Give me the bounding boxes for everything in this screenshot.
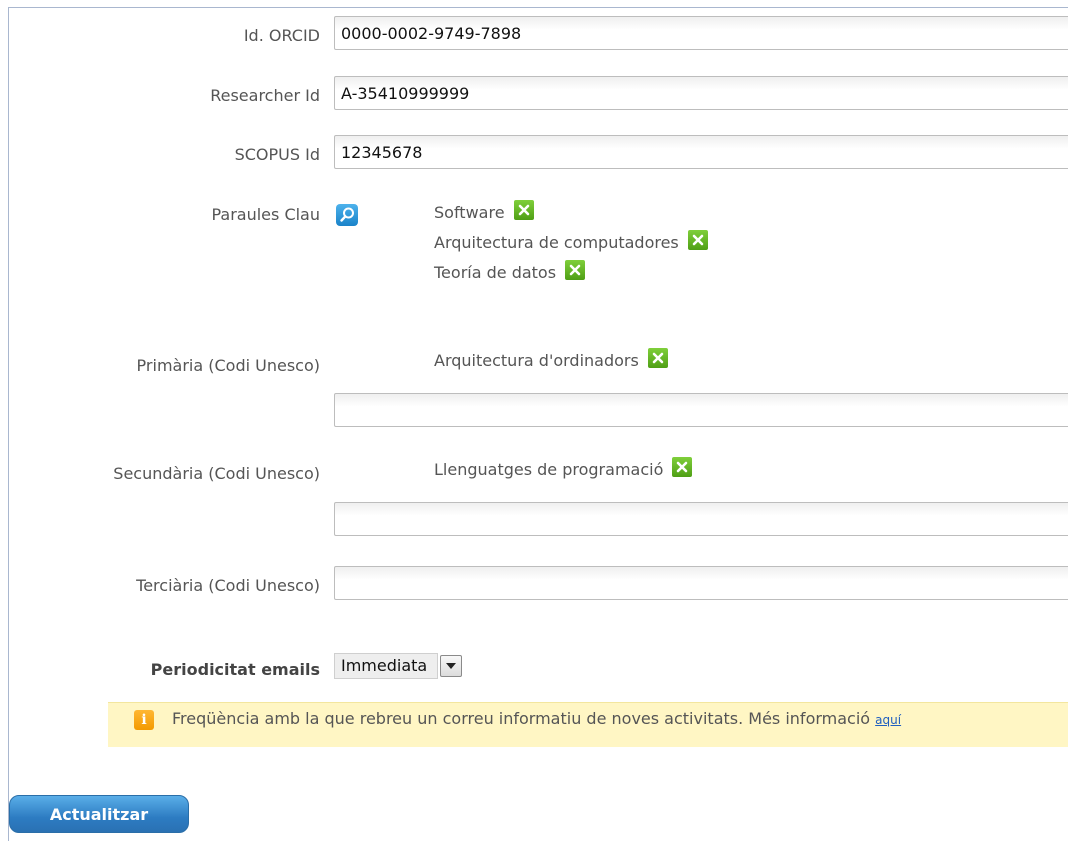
close-icon: [518, 204, 529, 216]
unesco-secondary-tag: Llenguatges de programació: [434, 457, 693, 479]
form-frame-left-border: [8, 7, 9, 841]
orcid-label: Id. ORCID: [243, 26, 320, 45]
researcher-id-label: Researcher Id: [210, 86, 320, 105]
orcid-input[interactable]: [334, 16, 1068, 50]
keyword-tag: Arquitectura de computadores: [434, 230, 708, 252]
remove-unesco-primary-button[interactable]: [647, 348, 668, 368]
remove-keyword-button[interactable]: [513, 200, 534, 220]
unesco-secondary-input[interactable]: [334, 502, 1068, 536]
info-message: Freqüència amb la que rebreu un correu i…: [172, 709, 901, 728]
unesco-primary-label: Primària (Codi Unesco): [136, 356, 320, 375]
unesco-tertiary-label: Terciària (Codi Unesco): [136, 576, 320, 595]
keyword-tag: Teoría de datos: [434, 260, 586, 282]
remove-unesco-secondary-button[interactable]: [672, 457, 693, 477]
unesco-primary-input[interactable]: [334, 393, 1068, 427]
unesco-tertiary-input[interactable]: [334, 566, 1068, 600]
remove-keyword-button[interactable]: [565, 260, 586, 280]
remove-keyword-button[interactable]: [687, 230, 708, 250]
scopus-id-input[interactable]: [334, 135, 1068, 169]
email-frequency-selected-value: Immediata: [334, 653, 439, 679]
more-info-link[interactable]: aquí: [875, 713, 901, 727]
unesco-primary-tag: Arquitectura d'ordinadors: [434, 348, 668, 370]
email-frequency-label: Periodicitat emails: [150, 660, 320, 679]
researcher-id-input[interactable]: [334, 76, 1068, 110]
info-icon: i: [134, 710, 154, 730]
unesco-primary-tag-label: Arquitectura d'ordinadors: [434, 351, 639, 370]
close-icon: [569, 264, 581, 276]
info-message-text: Freqüència amb la que rebreu un correu i…: [172, 709, 871, 728]
keyword-tag-label: Software: [434, 203, 505, 222]
keyword-tag: Software: [434, 200, 534, 222]
keyword-search-button[interactable]: [336, 204, 358, 226]
unesco-secondary-label: Secundària (Codi Unesco): [113, 464, 320, 483]
form-frame-top-border: [8, 7, 1068, 8]
update-button[interactable]: Actualitzar: [9, 795, 189, 833]
close-icon: [677, 461, 688, 473]
unesco-secondary-tag-label: Llenguatges de programació: [434, 460, 664, 479]
keywords-label: Paraules Clau: [211, 205, 320, 224]
email-frequency-select[interactable]: Immediata: [334, 653, 463, 679]
search-icon: [340, 207, 354, 222]
keyword-tag-label: Teoría de datos: [434, 263, 557, 282]
close-icon: [652, 352, 664, 364]
dropdown-arrow-icon[interactable]: [440, 655, 463, 677]
scopus-id-label: SCOPUS Id: [234, 145, 320, 164]
close-icon: [692, 234, 704, 246]
keyword-tag-label: Arquitectura de computadores: [434, 233, 679, 252]
